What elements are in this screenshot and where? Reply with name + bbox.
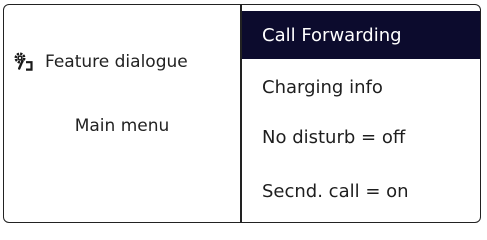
phone-display: Feature dialogue Main menu Call Forwardi…	[3, 4, 481, 223]
feature-dialogue-icon	[12, 50, 36, 74]
main-menu-label: Main menu	[74, 116, 170, 136]
menu-item-charging-info[interactable]: Charging info	[242, 62, 480, 112]
menu-item-second-call[interactable]: Secnd. call = on	[242, 166, 480, 216]
left-panel: Feature dialogue Main menu	[4, 5, 240, 222]
menu-item-call-forwarding[interactable]: Call Forwarding	[242, 11, 480, 59]
menu-item-no-disturb[interactable]: No disturb = off	[242, 112, 480, 162]
feature-dialogue-row: Feature dialogue	[12, 48, 188, 76]
feature-dialogue-label: Feature dialogue	[45, 52, 188, 72]
menu-list: Call Forwarding Charging info No disturb…	[242, 5, 480, 222]
